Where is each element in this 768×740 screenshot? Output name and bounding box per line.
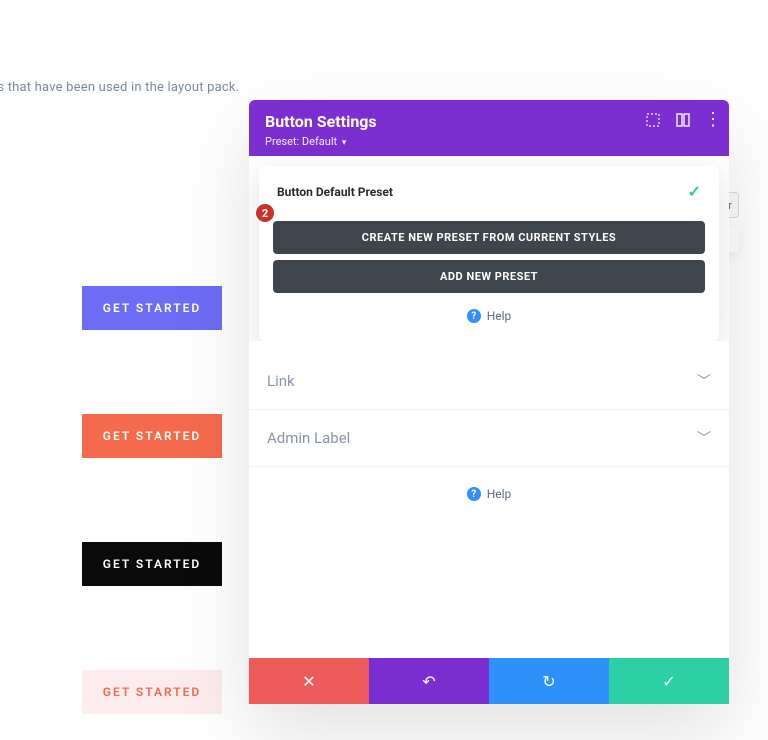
preset-dropdown-card: Button Default Preset ✓ CREATE NEW PRESE… bbox=[259, 166, 719, 341]
cancel-button[interactable]: ✕ bbox=[249, 658, 369, 704]
expand-icon[interactable] bbox=[645, 112, 661, 128]
undo-icon: ↶ bbox=[422, 672, 435, 691]
sample-button-purple[interactable]: GET STARTED bbox=[82, 286, 222, 330]
panel-header: Button Settings Preset: Default ▾ ⋮ bbox=[249, 100, 729, 156]
add-preset-button[interactable]: ADD NEW PRESET bbox=[273, 260, 705, 293]
button-settings-panel: Button Settings Preset: Default ▾ ⋮ Butt… bbox=[249, 100, 729, 704]
section-admin-label-label: Admin Label bbox=[267, 429, 350, 447]
close-icon: ✕ bbox=[302, 672, 315, 691]
panel-footer-bar: ✕ ↶ ↻ ✓ bbox=[249, 658, 729, 704]
sample-buttons-column: GET STARTED GET STARTED GET STARTED GET … bbox=[82, 286, 222, 714]
section-admin-label[interactable]: Admin Label ﹀ bbox=[249, 410, 729, 467]
step-badge-2: 2 bbox=[256, 204, 274, 222]
kebab-icon[interactable]: ⋮ bbox=[705, 112, 721, 128]
redo-button[interactable]: ↻ bbox=[489, 658, 609, 704]
help-icon: ? bbox=[467, 309, 481, 323]
check-icon: ✓ bbox=[662, 672, 675, 691]
background-description-text: ns that have been used in the layout pac… bbox=[0, 80, 239, 95]
preset-default-label: Button Default Preset bbox=[277, 185, 393, 199]
section-link-label: Link bbox=[267, 372, 295, 390]
columns-icon[interactable] bbox=[675, 112, 691, 128]
preset-selector-label: Preset: Default bbox=[265, 135, 337, 148]
sample-button-pink[interactable]: GET STARTED bbox=[82, 670, 222, 714]
check-icon: ✓ bbox=[688, 182, 701, 201]
create-preset-button[interactable]: CREATE NEW PRESET FROM CURRENT STYLES bbox=[273, 221, 705, 254]
panel-help-label: Help bbox=[487, 487, 512, 501]
preset-help-label: Help bbox=[487, 309, 512, 323]
preset-selector[interactable]: Preset: Default ▾ bbox=[265, 135, 713, 148]
preset-default-row[interactable]: Button Default Preset ✓ bbox=[273, 180, 705, 215]
help-icon: ? bbox=[467, 487, 481, 501]
panel-help-row[interactable]: ? Help bbox=[249, 487, 729, 501]
chevron-down-icon: ﹀ bbox=[697, 428, 711, 448]
panel-header-icons: ⋮ bbox=[645, 112, 721, 128]
section-link[interactable]: Link ﹀ bbox=[249, 353, 729, 410]
save-button[interactable]: ✓ bbox=[609, 658, 729, 704]
sample-button-black[interactable]: GET STARTED bbox=[82, 542, 222, 586]
undo-button[interactable]: ↶ bbox=[369, 658, 489, 704]
sample-button-orange[interactable]: GET STARTED bbox=[82, 414, 222, 458]
redo-icon: ↻ bbox=[542, 672, 555, 691]
chevron-down-icon: ﹀ bbox=[697, 371, 711, 391]
panel-body: Link ﹀ Admin Label ﹀ ? Help ✕ ↶ ↻ ✓ bbox=[249, 341, 729, 704]
preset-help-row[interactable]: ? Help bbox=[273, 309, 705, 323]
caret-down-icon: ▾ bbox=[342, 138, 347, 148]
